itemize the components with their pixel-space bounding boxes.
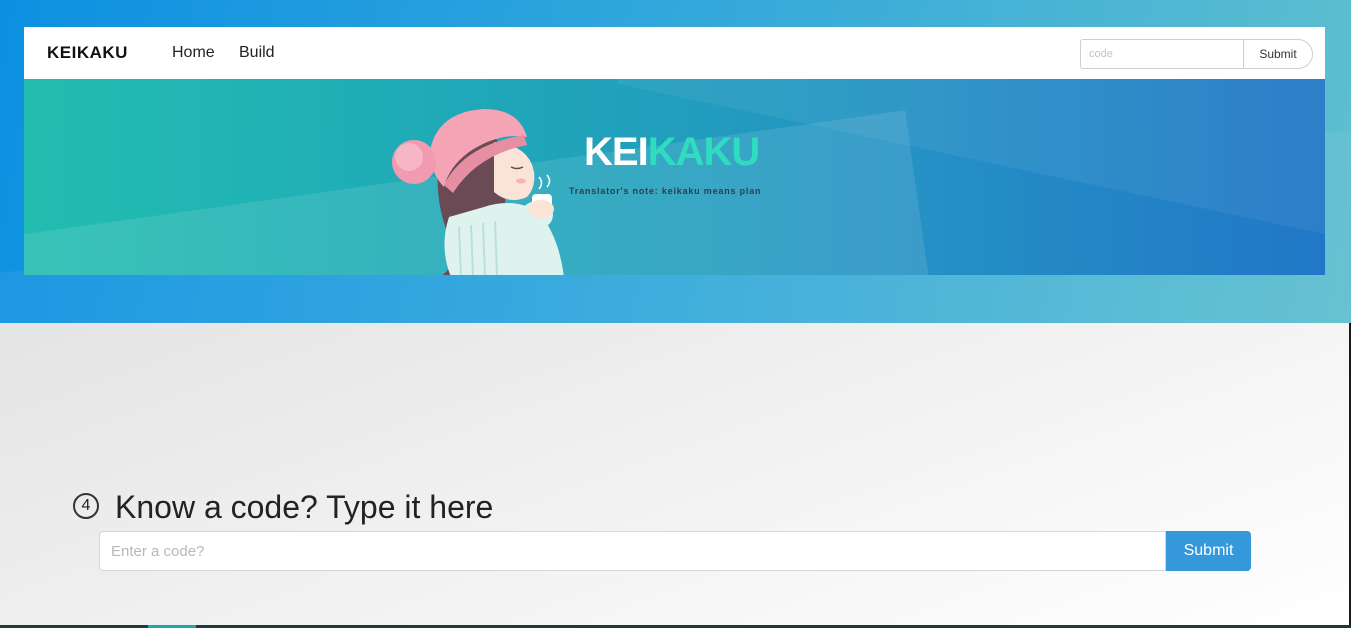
banner-note: Translator's note: keikaku means plan	[569, 186, 762, 196]
content-background	[0, 323, 1351, 628]
nav-link-home[interactable]: Home	[172, 44, 215, 62]
banner-title-kei: KEI	[584, 130, 649, 174]
code-input[interactable]	[99, 531, 1166, 571]
hero-banner: KEIKAKU Translator's note: keikaku means…	[24, 79, 1325, 275]
code-submit-button[interactable]: Submit	[1166, 531, 1251, 571]
nav-submit-button[interactable]: Submit	[1243, 39, 1313, 69]
code-section-heading: Know a code? Type it here	[115, 489, 494, 525]
nav-code-form: Submit	[1080, 39, 1313, 69]
banner-title-kaku: KAKU	[647, 130, 761, 174]
banner-title: KEIKAKU	[584, 129, 761, 175]
nav-link-build[interactable]: Build	[239, 44, 275, 62]
brand-logo[interactable]: KEIKAKU	[47, 43, 128, 63]
girl-illustration	[392, 109, 564, 275]
navbar: KEIKAKU Home Build Submit	[24, 27, 1325, 79]
nav-code-input[interactable]	[1080, 39, 1243, 69]
step-number-badge: 4	[73, 493, 99, 519]
